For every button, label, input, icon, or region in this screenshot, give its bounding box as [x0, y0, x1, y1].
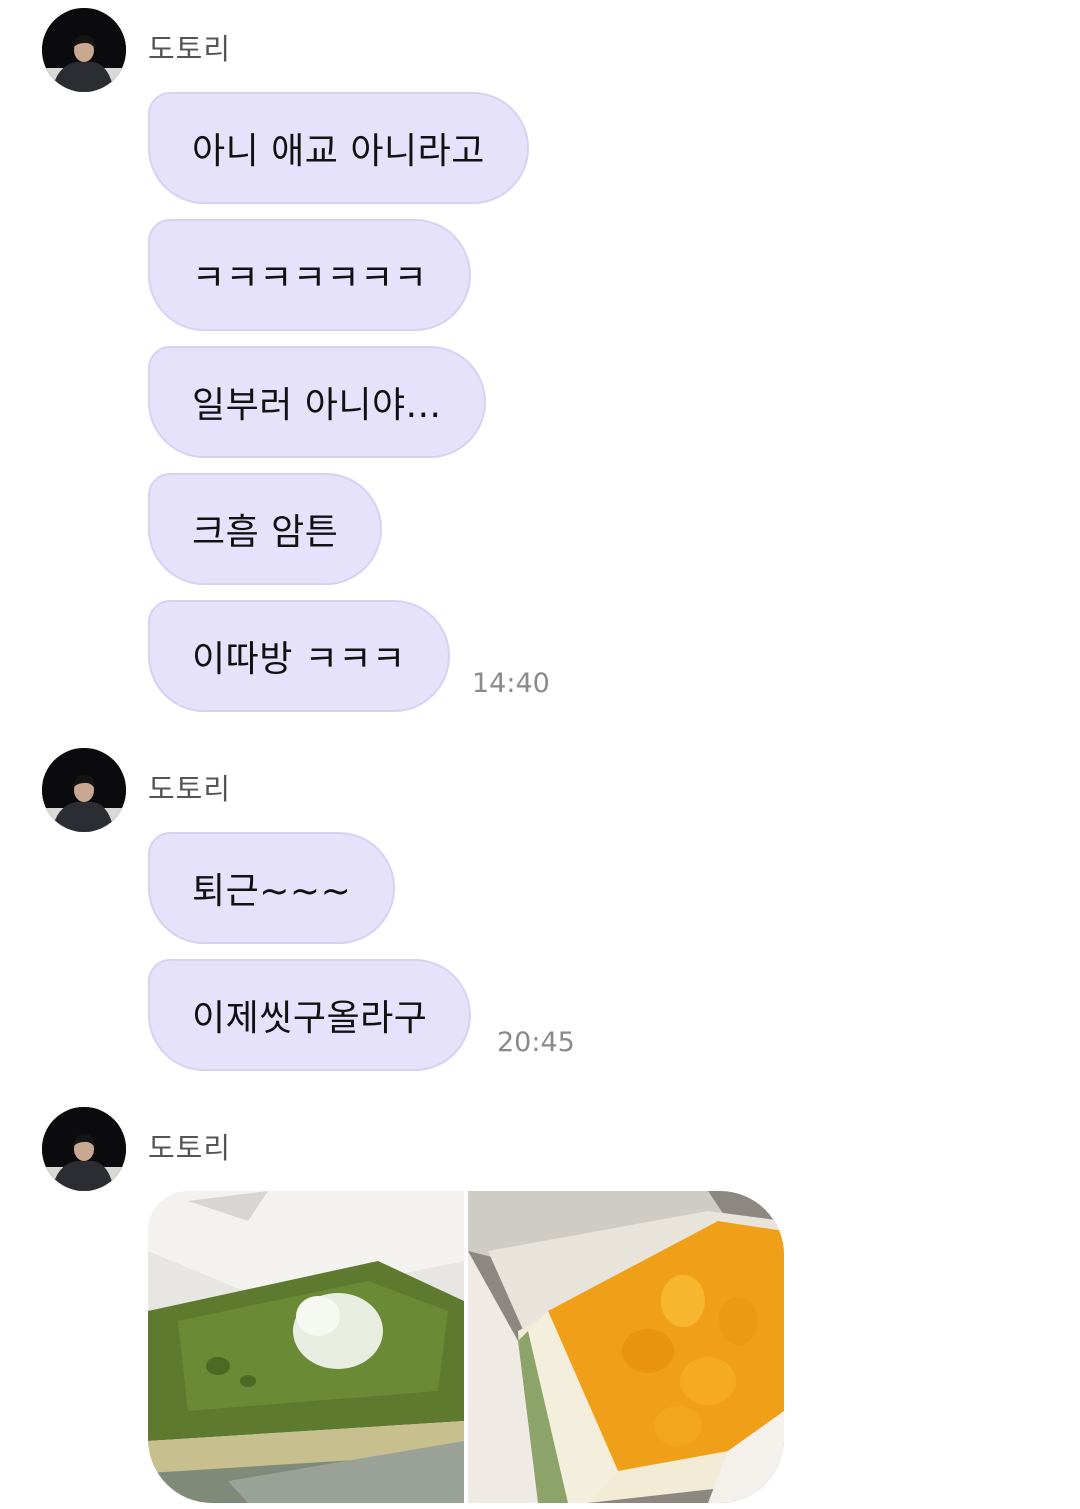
- sender-name: 도토리: [148, 772, 232, 806]
- message-bubble[interactable]: 이따방 ㅋㅋㅋ: [148, 600, 450, 712]
- message-bubble[interactable]: 이제씻구올라구: [148, 959, 472, 1071]
- message-bubble[interactable]: 아니 애교 아니라고: [148, 92, 529, 204]
- message-timestamp: 14:40: [472, 668, 550, 699]
- message-bubble[interactable]: 퇴근~~~: [148, 832, 396, 944]
- message-bubble[interactable]: ㅋㅋㅋㅋㅋㅋㅋ: [148, 219, 472, 331]
- message-bubble[interactable]: 크흠 암튼: [148, 473, 383, 585]
- message-bubble[interactable]: 일부러 아니야...: [148, 346, 486, 458]
- chat-view: 도토리 아니 애교 아니라고 ㅋㅋㅋㅋㅋㅋㅋ 일부러 아니야... 크흠 암튼 …: [0, 0, 1080, 1509]
- photo-album[interactable]: [148, 1191, 784, 1503]
- matcha-cake-photo[interactable]: [148, 1191, 464, 1503]
- mango-cheesecake-photo[interactable]: [468, 1191, 784, 1503]
- sender-avatar[interactable]: [42, 8, 126, 92]
- sender-name: 도토리: [148, 1131, 232, 1165]
- sender-avatar[interactable]: [42, 1107, 126, 1191]
- sender-avatar[interactable]: [42, 748, 126, 832]
- message-timestamp: 20:45: [497, 1027, 575, 1058]
- sender-name: 도토리: [148, 32, 232, 66]
